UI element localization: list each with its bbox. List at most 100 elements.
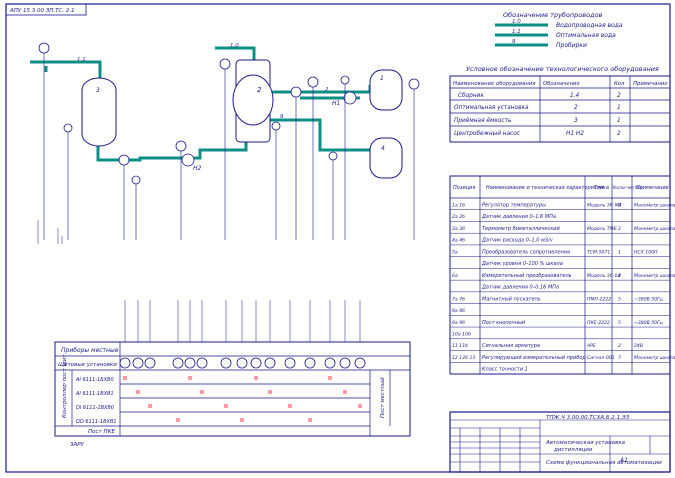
spec-cell: Сигнал-001 <box>587 355 615 361</box>
sheet-border <box>5 3 671 473</box>
title-sheet: А1 <box>619 457 628 464</box>
panel-device-symbol <box>354 357 366 369</box>
spec-h4: Примечание <box>636 185 669 191</box>
equip-r1c0: Оптимальная установка <box>454 105 529 111</box>
instrument-6 <box>219 58 231 70</box>
tank-1-label: 1 <box>380 75 384 82</box>
panel-extra-0: Пост ПКЕ <box>88 429 116 435</box>
pump-label-n1: Н1 <box>332 100 340 107</box>
equip-r1c1: 2 <box>574 105 578 111</box>
spec-h0: Позиция <box>453 185 475 191</box>
equip-r1c2: 1 <box>617 105 621 111</box>
spec-cell: 12 12б 13 <box>452 355 475 361</box>
pipe-top-right <box>270 85 372 94</box>
panel-signal-3: DO 6111-1ВХВ1 <box>76 419 117 425</box>
line-label-11: 1.1 <box>77 57 86 63</box>
line-label-10: 1.0 <box>230 43 239 49</box>
equip-h3: Примечание <box>633 81 668 87</box>
instrument-11 <box>408 78 420 90</box>
equip-h2: Кол <box>614 81 625 87</box>
spec-cell: Манометр шкала <box>634 202 675 208</box>
pump-n1 <box>343 91 357 105</box>
title-line2: дистилляции <box>553 447 593 453</box>
line-label-9: 9 <box>280 114 284 120</box>
equip-r0c0: Сборник <box>458 93 484 99</box>
spec-cell: 2 <box>618 226 621 232</box>
spec-h1: Наименование и техническая характеристик… <box>486 185 609 191</box>
legend-label-1: Водопроводная вода <box>556 22 623 29</box>
pipe-line-9 <box>270 118 372 152</box>
spec-cell: Класс точности 1 <box>482 367 528 373</box>
equip-h0: Наименование оборудования <box>453 81 536 87</box>
io-marker <box>240 418 244 422</box>
spec-cell: Пост кнопочный <box>482 320 526 326</box>
panel-device-symbol <box>324 357 336 369</box>
pipe-line-11 <box>30 60 102 82</box>
spec-cell: 11 11б <box>452 343 468 349</box>
title-block: ТПЖ.Ч 3.00.00.ТСХА.Б.2.1.ЭЗ Автоматическ… <box>449 411 671 473</box>
panel-device-symbol <box>132 357 144 369</box>
panel-device-symbol <box>220 357 232 369</box>
tank-2-body <box>232 74 274 126</box>
io-marker <box>188 376 192 380</box>
spec-h2: Тип <box>594 185 604 191</box>
tank-1 <box>369 69 403 111</box>
stamp-code: АПУ 15 3.00 ЗП.ТС. 2.1 <box>9 8 75 14</box>
spec-cell: 1а 1б <box>452 202 465 208</box>
spec-cell: НСХ 100П <box>634 249 658 255</box>
spec-cell: Регулирующий измерительный прибор <box>482 355 586 361</box>
panel-row1: Приборы местные <box>61 347 119 354</box>
equip-r2c0: Приёмная ёмкость <box>454 118 511 124</box>
panel-signal-2: DI 6111-1ВХВ0 <box>76 405 114 411</box>
io-marker <box>358 404 362 408</box>
panel-signal-0: AI 6111-1БХВ0 <box>75 377 114 383</box>
spec-cell: Преобразователь сопротивления <box>482 249 570 255</box>
panel-device-symbol <box>196 357 208 369</box>
drawing-sheet: АПУ 15 3.00 ЗП.ТС. 2.1 Обозначение трубо… <box>5 3 675 473</box>
process-diagram: 3 2 1 4 1.0 1.1 9 2 Н1 Н2 <box>30 42 420 244</box>
io-marker <box>268 390 272 394</box>
tank-4 <box>369 137 403 179</box>
legend-code-2: 1.1 <box>512 29 521 35</box>
spec-cell: Манометр шкала <box>634 355 675 361</box>
legend-label-2: Оптимальная вода <box>556 32 616 39</box>
io-marker <box>176 418 180 422</box>
panel-side-label: Контроллер пост щит <box>62 354 68 418</box>
io-marker <box>224 404 228 408</box>
spec-cell: Модель ТМБ <box>587 226 617 232</box>
spec-cell: Датчик давления 0–1,6 МПа <box>481 214 556 220</box>
spec-cell: 24В <box>634 343 643 349</box>
legend-label-3: Пробирки <box>556 42 587 49</box>
tank-4-label: 4 <box>381 145 385 152</box>
spec-cell: Манометр шкала <box>634 273 675 279</box>
equip-r2c1: 3 <box>574 118 578 124</box>
tank-3-label: 3 <box>96 87 100 94</box>
equip-r3c2: 2 <box>617 131 621 137</box>
tank-2-label: 2 <box>257 86 262 94</box>
equip-r0c1: 1.4 <box>570 93 580 99</box>
spec-cell: Термометр биметаллический <box>482 226 561 232</box>
instrument-4 <box>131 175 141 185</box>
io-marker <box>136 390 140 394</box>
instrument-1 <box>38 42 50 54</box>
spec-cell: ~380В 50Гц <box>634 320 663 326</box>
spec-cell: Магнитный пускатель <box>482 296 541 302</box>
spec-cell: 5а <box>452 249 458 255</box>
legend-code-3: 9 <box>512 39 516 45</box>
equipment-table: Наименование оборудования Обозначение Ко… <box>449 75 671 143</box>
io-marker <box>308 418 312 422</box>
spec-cell: 4а 4б <box>452 238 465 244</box>
spec-cell: ПКЕ-2222 <box>587 320 610 326</box>
spec-cell: Датчик давления 0–0,16 МПа <box>481 285 559 291</box>
instrument-8 <box>290 86 302 98</box>
io-marker <box>148 404 152 408</box>
spec-cell: АРЕ <box>586 343 596 349</box>
io-marker <box>328 376 332 380</box>
panel-device-symbol <box>264 357 276 369</box>
spec-cell: 7 <box>618 355 621 361</box>
spec-cell: ~380В 50Гц <box>634 296 663 302</box>
equip-r0c2: 2 <box>617 93 621 99</box>
panel-device-symbol <box>339 357 351 369</box>
spec-cell: 8а 8б <box>452 308 465 314</box>
spec-cell: 5 <box>618 320 621 326</box>
